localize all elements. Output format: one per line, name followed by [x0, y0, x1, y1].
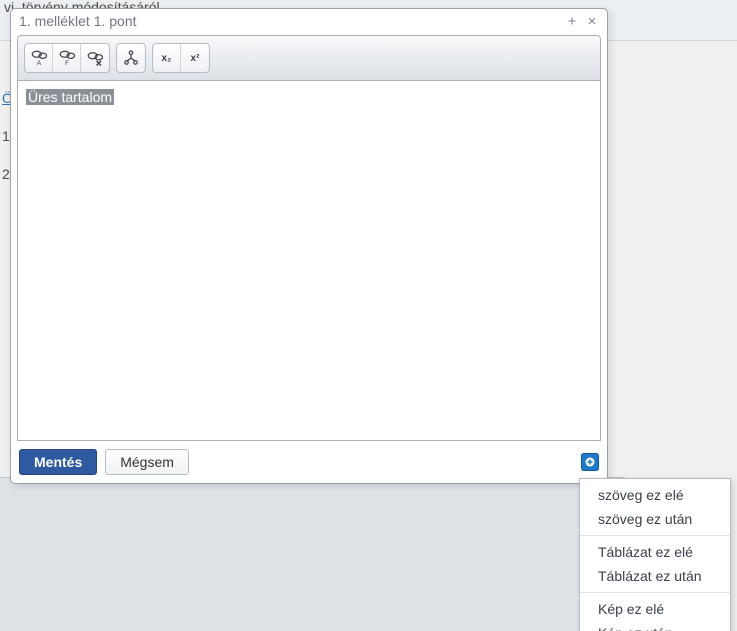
background-bottom-panel	[0, 477, 625, 631]
editor-placeholder-selected[interactable]: Üres tartalom	[26, 89, 114, 105]
link-structure-icon	[122, 49, 140, 67]
dialog-title: 1. melléklet 1. pont	[19, 13, 559, 29]
editor-content-area[interactable]: Üres tartalom	[17, 81, 601, 441]
superscript-icon: x²	[191, 53, 200, 64]
abbr-remove-button[interactable]	[81, 44, 109, 72]
plus-icon[interactable]: +	[565, 14, 579, 28]
toolbar-group-abbrev: A F	[24, 43, 110, 73]
menu-item-image-before[interactable]: Kép ez elé	[580, 597, 730, 621]
abbr-a-button[interactable]: A	[25, 44, 53, 72]
menu-section-text: szöveg ez elé szöveg ez után	[580, 483, 730, 531]
svg-text:F: F	[64, 60, 68, 67]
subscript-icon: x₂	[161, 53, 171, 64]
abbr-a-icon: A	[30, 49, 48, 67]
plus-circle-icon	[584, 456, 596, 468]
abbr-f-icon: F	[58, 49, 76, 67]
menu-section-table: Táblázat ez elé Táblázat ez után	[580, 535, 730, 588]
abbr-f-button[interactable]: F	[53, 44, 81, 72]
svg-text:A: A	[36, 60, 41, 67]
insert-context-menu: szöveg ez elé szöveg ez után Táblázat ez…	[579, 478, 731, 631]
toolbar-group-structure	[116, 43, 146, 73]
menu-item-image-after[interactable]: Kép ez után	[580, 621, 730, 631]
menu-item-text-before[interactable]: szöveg ez elé	[580, 483, 730, 507]
dialog-footer: Mentés Mégsem	[11, 441, 607, 483]
superscript-button[interactable]: x²	[181, 44, 209, 72]
dialog-titlebar[interactable]: 1. melléklet 1. pont + ×	[11, 9, 607, 31]
save-button[interactable]: Mentés	[19, 449, 97, 475]
abbr-remove-icon	[86, 49, 104, 67]
cancel-button[interactable]: Mégsem	[105, 449, 189, 475]
link-structure-button[interactable]	[117, 44, 145, 72]
insert-menu-button[interactable]	[581, 453, 599, 471]
subscript-button[interactable]: x₂	[153, 44, 181, 72]
menu-section-image: Kép ez elé Kép ez után	[580, 592, 730, 631]
menu-item-text-after[interactable]: szöveg ez után	[580, 507, 730, 531]
editor-dialog: 1. melléklet 1. pont + × A F	[10, 8, 608, 484]
menu-item-table-after[interactable]: Táblázat ez után	[580, 564, 730, 588]
close-icon[interactable]: ×	[585, 14, 599, 28]
editor-toolbar: A F	[17, 35, 601, 81]
menu-item-table-before[interactable]: Táblázat ez elé	[580, 540, 730, 564]
toolbar-group-scripts: x₂ x²	[152, 43, 210, 73]
